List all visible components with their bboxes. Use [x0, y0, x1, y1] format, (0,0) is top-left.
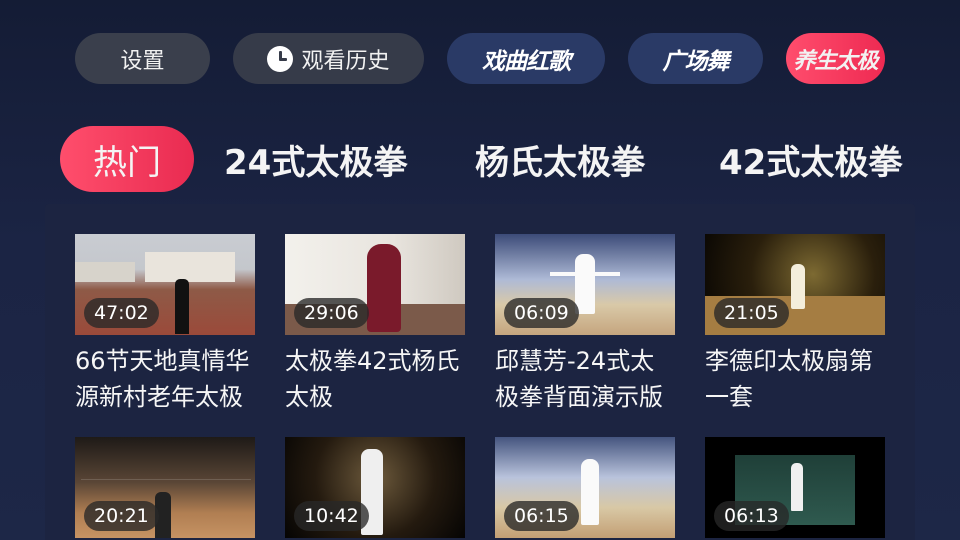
- video-title: 邱慧芳-24式太极拳背面演示版: [495, 347, 663, 411]
- video-thumbnail: 10:42: [285, 437, 465, 538]
- settings-label: 设置: [120, 48, 165, 74]
- video-thumbnail: 47:02: [75, 234, 255, 335]
- video-card[interactable]: 06:13: [705, 437, 885, 538]
- duration-badge: 20:21: [84, 501, 159, 531]
- duration-badge: 06:15: [504, 501, 579, 531]
- category-taichi-button[interactable]: 养生太极: [786, 33, 885, 84]
- tab-24-form-taichi[interactable]: 24式太极拳: [224, 126, 407, 192]
- category-opera-songs-button[interactable]: 戏曲红歌: [447, 33, 605, 84]
- video-thumbnail: 20:21: [75, 437, 255, 538]
- video-card[interactable]: 10:42: [285, 437, 465, 538]
- tab-label: 42式太极拳: [719, 142, 903, 183]
- video-thumbnail: 29:06: [285, 234, 465, 335]
- duration-badge: 06:09: [504, 298, 579, 328]
- duration-badge: 06:13: [714, 501, 789, 531]
- tab-hot[interactable]: 热门: [60, 126, 194, 192]
- video-card[interactable]: 29:06 太极拳42式杨氏太极: [285, 234, 465, 415]
- video-card[interactable]: 06:09 邱慧芳-24式太极拳背面演示版: [495, 234, 675, 415]
- video-title: 太极拳42式杨氏太极: [285, 347, 460, 411]
- video-card[interactable]: 06:15: [495, 437, 675, 538]
- settings-button[interactable]: 设置: [75, 33, 210, 84]
- tab-label: 热门: [93, 142, 161, 183]
- tab-42-form-taichi[interactable]: 42式太极拳: [719, 126, 902, 192]
- category-label: 戏曲红歌: [482, 48, 571, 75]
- video-card[interactable]: 20:21: [75, 437, 255, 538]
- video-card[interactable]: 21:05 李德印太极扇第一套: [705, 234, 885, 415]
- category-square-dance-button[interactable]: 广场舞: [628, 33, 763, 84]
- watch-history-button[interactable]: 观看历史: [233, 33, 424, 84]
- duration-badge: 47:02: [84, 298, 159, 328]
- video-thumbnail: 21:05: [705, 234, 885, 335]
- duration-badge: 10:42: [294, 501, 369, 531]
- video-thumbnail: 06:09: [495, 234, 675, 335]
- watch-history-label: 观看历史: [301, 48, 390, 74]
- video-thumbnail: 06:15: [495, 437, 675, 538]
- tab-label: 杨氏太极拳: [475, 142, 645, 183]
- video-grid-panel: 47:02 66节天地真情华源新村老年太极 29:06 太极拳42式杨氏太极 0…: [45, 204, 915, 540]
- clock-icon: [267, 45, 294, 72]
- duration-badge: 21:05: [714, 298, 789, 328]
- video-title: 66节天地真情华源新村老年太极: [75, 347, 250, 411]
- category-label: 广场舞: [662, 48, 730, 75]
- video-title: 李德印太极扇第一套: [705, 347, 873, 411]
- tab-label: 24式太极拳: [224, 142, 408, 183]
- tab-bar: 热门 24式太极拳 杨氏太极拳 42式太极拳: [0, 126, 960, 192]
- tab-yang-style-taichi[interactable]: 杨氏太极拳: [475, 126, 645, 192]
- video-card[interactable]: 47:02 66节天地真情华源新村老年太极: [75, 234, 255, 415]
- duration-badge: 29:06: [294, 298, 369, 328]
- category-label: 养生太极: [793, 48, 878, 74]
- video-thumbnail: 06:13: [705, 437, 885, 538]
- top-bar: 设置 观看历史 戏曲红歌 广场舞 养生太极: [0, 33, 960, 84]
